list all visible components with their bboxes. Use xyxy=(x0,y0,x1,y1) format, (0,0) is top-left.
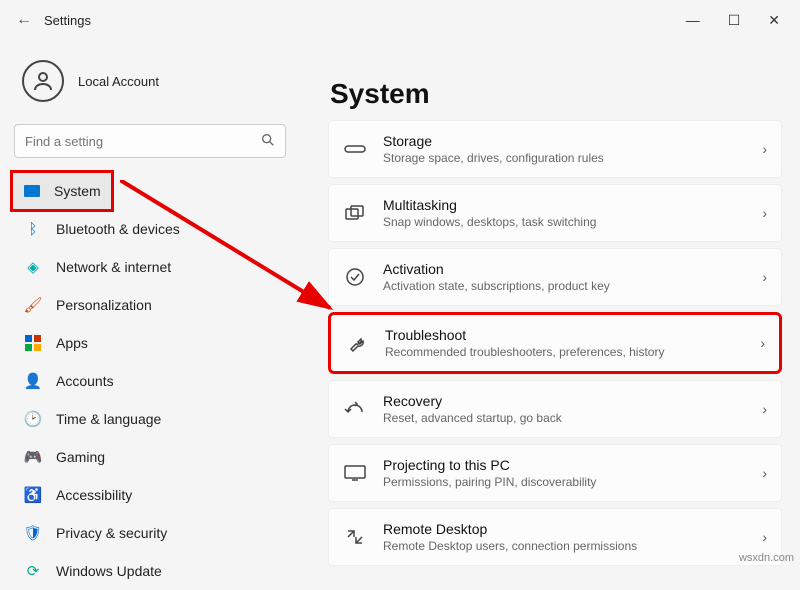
sidebar-item-label: Bluetooth & devices xyxy=(56,221,180,237)
sidebar-item-update[interactable]: ⟳ Windows Update xyxy=(12,552,288,590)
avatar-icon xyxy=(22,60,64,102)
card-desc: Reset, advanced startup, go back xyxy=(383,411,762,425)
card-desc: Permissions, pairing PIN, discoverabilit… xyxy=(383,475,762,489)
card-title: Troubleshoot xyxy=(385,327,760,343)
close-button[interactable]: ✕ xyxy=(768,12,780,29)
window-title: Settings xyxy=(44,13,91,28)
search-icon xyxy=(260,132,276,153)
clock-icon: 🕑 xyxy=(24,410,42,428)
card-title: Activation xyxy=(383,261,762,277)
chevron-right-icon: › xyxy=(762,269,767,285)
sidebar-item-bluetooth[interactable]: ᛒ Bluetooth & devices xyxy=(12,210,288,248)
troubleshoot-icon xyxy=(345,331,369,355)
search-input[interactable] xyxy=(14,124,286,158)
wifi-icon: ◈ xyxy=(24,258,42,276)
recovery-icon xyxy=(343,397,367,421)
sidebar-item-apps[interactable]: Apps xyxy=(12,324,288,362)
account-name: Local Account xyxy=(78,74,159,89)
card-title: Projecting to this PC xyxy=(383,457,762,473)
storage-icon xyxy=(343,137,367,161)
accessibility-icon: ♿ xyxy=(24,486,42,504)
account-section[interactable]: Local Account xyxy=(12,48,288,120)
sidebar-item-label: Time & language xyxy=(56,411,161,427)
back-button[interactable]: ← xyxy=(8,11,40,29)
card-desc: Recommended troubleshooters, preferences… xyxy=(385,345,760,359)
search-container xyxy=(14,124,286,158)
chevron-right-icon: › xyxy=(762,465,767,481)
nav-list: System ᛒ Bluetooth & devices ◈ Network &… xyxy=(12,172,288,590)
accounts-icon: 👤 xyxy=(24,372,42,390)
projecting-icon xyxy=(343,461,367,485)
card-desc: Activation state, subscriptions, product… xyxy=(383,279,762,293)
sidebar-item-label: Accounts xyxy=(56,373,114,389)
sidebar-item-accounts[interactable]: 👤 Accounts xyxy=(12,362,288,400)
paint-icon: 🖌 xyxy=(24,296,42,314)
card-recovery[interactable]: Recovery Reset, advanced startup, go bac… xyxy=(328,380,782,438)
sidebar-item-label: Windows Update xyxy=(56,563,162,579)
settings-card-list: Storage Storage space, drives, configura… xyxy=(328,120,782,568)
sidebar-item-time[interactable]: 🕑 Time & language xyxy=(12,400,288,438)
title-bar: ← Settings — ☐ ✕ xyxy=(0,0,800,40)
card-troubleshoot[interactable]: Troubleshoot Recommended troubleshooters… xyxy=(328,312,782,374)
sidebar-item-label: Gaming xyxy=(56,449,105,465)
card-remote-desktop[interactable]: Remote Desktop Remote Desktop users, con… xyxy=(328,508,782,566)
sidebar-item-system[interactable]: System xyxy=(12,172,112,210)
chevron-right-icon: › xyxy=(762,205,767,221)
remote-desktop-icon xyxy=(343,525,367,549)
watermark: wsxdn.com xyxy=(739,552,794,564)
gaming-icon: 🎮 xyxy=(24,448,42,466)
update-icon: ⟳ xyxy=(24,562,42,580)
sidebar-item-label: Personalization xyxy=(56,297,152,313)
sidebar-item-label: Privacy & security xyxy=(56,525,167,541)
chevron-right-icon: › xyxy=(762,529,767,545)
sidebar-item-label: System xyxy=(54,183,101,199)
chevron-right-icon: › xyxy=(762,141,767,157)
sidebar-item-label: Apps xyxy=(56,335,88,351)
card-storage[interactable]: Storage Storage space, drives, configura… xyxy=(328,120,782,178)
window-controls: — ☐ ✕ xyxy=(686,12,792,29)
card-activation[interactable]: Activation Activation state, subscriptio… xyxy=(328,248,782,306)
card-title: Remote Desktop xyxy=(383,521,762,537)
apps-icon xyxy=(24,334,42,352)
card-multitasking[interactable]: Multitasking Snap windows, desktops, tas… xyxy=(328,184,782,242)
card-desc: Storage space, drives, configuration rul… xyxy=(383,151,762,165)
card-desc: Remote Desktop users, connection permiss… xyxy=(383,539,762,553)
bluetooth-icon: ᛒ xyxy=(24,220,42,238)
chevron-right-icon: › xyxy=(762,401,767,417)
sidebar-item-privacy[interactable]: 🛡 Privacy & security xyxy=(12,514,288,552)
main-panel: System Storage Storage space, drives, co… xyxy=(300,40,800,568)
maximize-button[interactable]: ☐ xyxy=(728,12,741,29)
card-title: Storage xyxy=(383,133,762,149)
page-title: System xyxy=(330,78,782,110)
system-icon xyxy=(24,182,40,200)
sidebar: Local Account System ᛒ Bluetooth & devic… xyxy=(0,40,300,568)
minimize-button[interactable]: — xyxy=(686,12,700,29)
card-projecting[interactable]: Projecting to this PC Permissions, pairi… xyxy=(328,444,782,502)
activation-icon xyxy=(343,265,367,289)
sidebar-item-personalization[interactable]: 🖌 Personalization xyxy=(12,286,288,324)
sidebar-item-label: Accessibility xyxy=(56,487,132,503)
multitasking-icon xyxy=(343,201,367,225)
sidebar-item-label: Network & internet xyxy=(56,259,171,275)
card-title: Multitasking xyxy=(383,197,762,213)
sidebar-item-accessibility[interactable]: ♿ Accessibility xyxy=(12,476,288,514)
shield-icon: 🛡 xyxy=(24,524,42,542)
card-desc: Snap windows, desktops, task switching xyxy=(383,215,762,229)
chevron-right-icon: › xyxy=(760,335,765,351)
card-title: Recovery xyxy=(383,393,762,409)
sidebar-item-network[interactable]: ◈ Network & internet xyxy=(12,248,288,286)
sidebar-item-gaming[interactable]: 🎮 Gaming xyxy=(12,438,288,476)
